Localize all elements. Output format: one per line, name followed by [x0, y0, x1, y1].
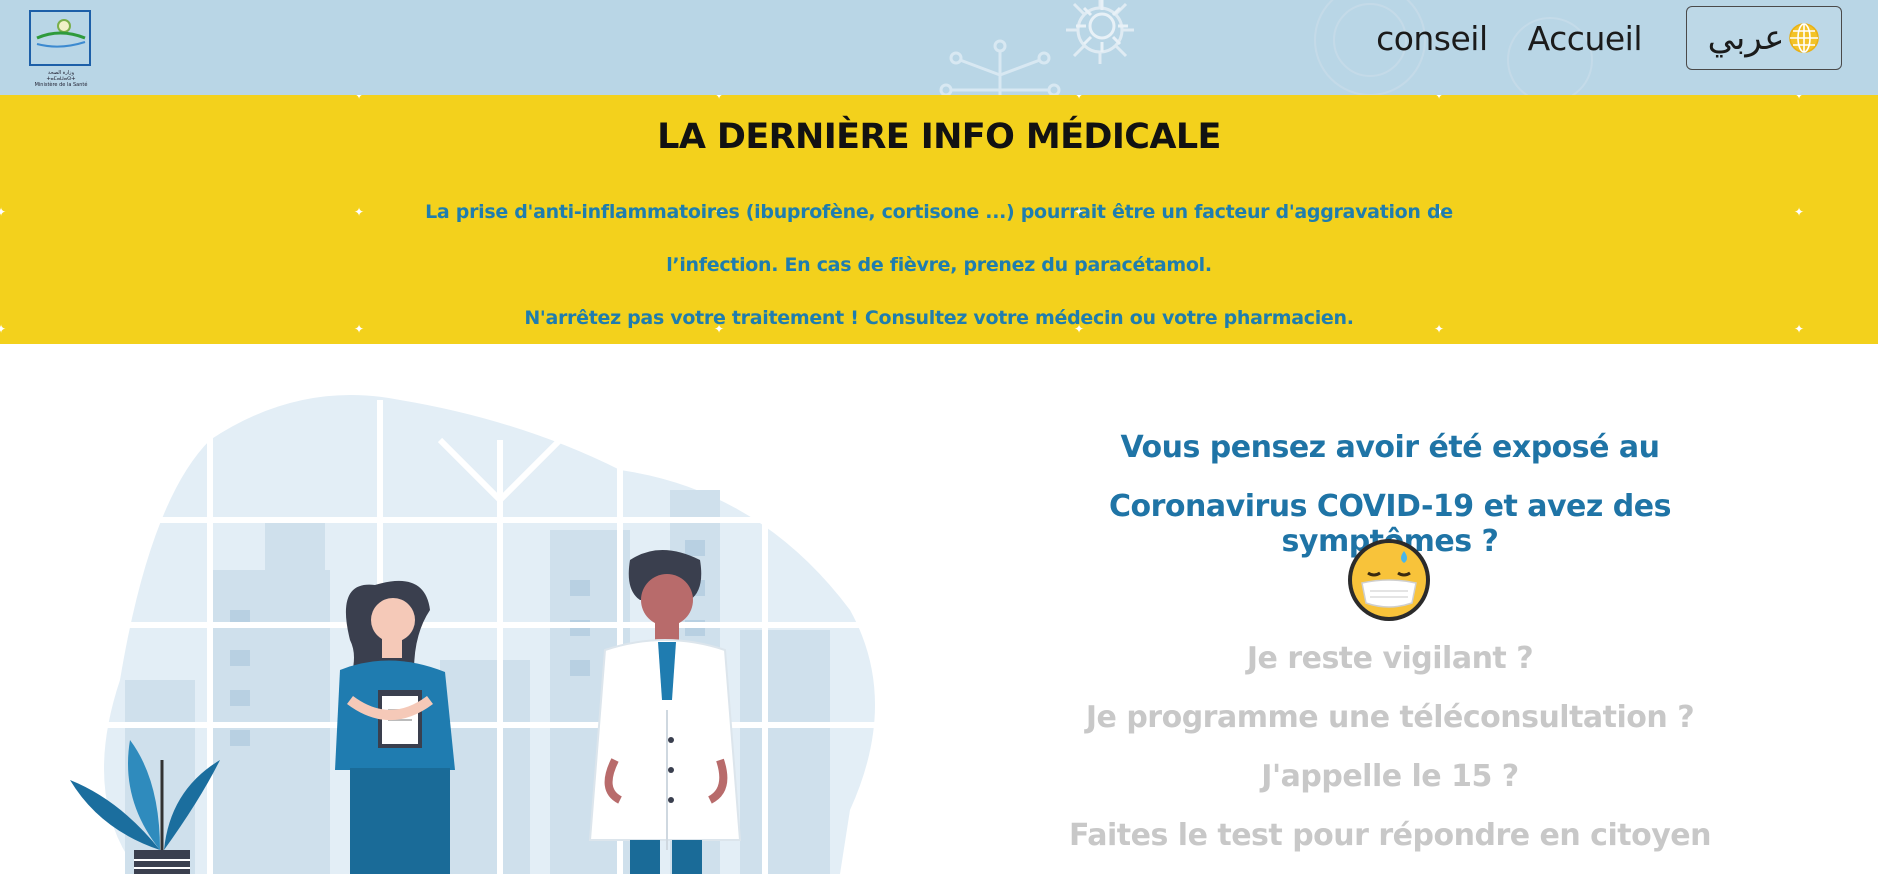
medical-info-banner: ✦ ✦ ✦ ✦ ✦ ✦ ✦ ✦ ✦ ✦ ✦ ✦ ✦ ✦ ✦ ✦ ✦ LA DER… — [0, 95, 1878, 344]
sparkle-icon: ✦ — [1434, 95, 1445, 102]
logo-emblem-icon — [36, 19, 86, 48]
nav-link-accueil[interactable]: Accueil — [1528, 19, 1643, 58]
logo-frame — [29, 10, 91, 66]
language-label: عربي — [1707, 18, 1785, 58]
main-nav: conseil Accueil عربي — [1376, 6, 1842, 70]
globe-icon — [1789, 23, 1820, 53]
page: وزارة الصحة ⵜⴰⵎⴰⵡⴰⵙⵜ Ministère de la San… — [0, 0, 1878, 874]
sparkle-icon: ✦ — [1074, 95, 1085, 102]
logo-caption: وزارة الصحة ⵜⴰⵎⴰⵡⴰⵙⵜ Ministère de la San… — [26, 70, 96, 88]
virus-branch-decoration-icon — [939, 39, 1061, 95]
sparkle-icon: ✦ — [354, 95, 365, 102]
question-line-1: Vous pensez avoir été exposé au — [1120, 430, 1660, 465]
banner-text-line-2: l’infection. En cas de fièvre, prenez du… — [666, 254, 1212, 276]
banner-text-line-3: N'arrêtez pas votre traitement ! Consult… — [524, 307, 1354, 329]
language-switch-button[interactable]: عربي — [1686, 6, 1842, 70]
option-call-15[interactable]: J'appelle le 15 ? — [1010, 759, 1770, 794]
top-header: وزارة الصحة ⵜⴰⵎⴰⵡⴰⵙⵜ Ministère de la San… — [0, 0, 1878, 95]
banner-title: LA DERNIÈRE INFO MÉDICALE — [657, 117, 1221, 157]
sparkle-icon: ✦ — [714, 95, 725, 102]
logo-text-french: Ministère de la Santé — [34, 82, 88, 88]
option-stay-vigilant[interactable]: Je reste vigilant ? — [1010, 641, 1770, 676]
banner-text-line-1: La prise d'anti-inflammatoires (ibuprofè… — [425, 201, 1453, 223]
doctors-illustration — [70, 395, 880, 874]
ministry-logo[interactable]: وزارة الصحة ⵜⴰⵎⴰⵡⴰⵙⵜ Ministère de la San… — [26, 8, 96, 92]
option-teleconsultation[interactable]: Je programme une téléconsultation ? — [1010, 700, 1770, 735]
sparkle-icon: ✦ — [1794, 95, 1805, 102]
option-take-test[interactable]: Faites le test pour répondre en citoyen — [1010, 818, 1770, 853]
masked-face-emoji-icon — [1348, 539, 1430, 621]
nav-link-conseil[interactable]: conseil — [1376, 19, 1488, 58]
